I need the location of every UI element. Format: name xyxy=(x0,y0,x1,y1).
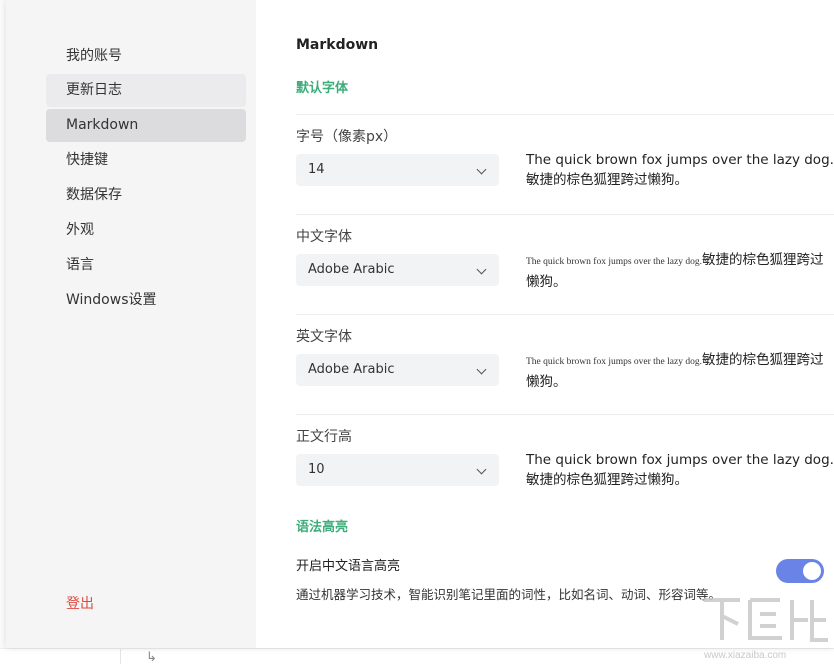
cn-font-preview: The quick brown fox jumps over the lazy … xyxy=(526,250,834,292)
settings-content: Markdown 默认字体 字号（像素px） 14 The quick brow… xyxy=(296,0,834,648)
page-title: Markdown xyxy=(296,37,379,53)
cn-highlight-toggle[interactable] xyxy=(776,559,824,583)
divider xyxy=(296,214,834,215)
section-default-font: 默认字体 xyxy=(296,81,349,96)
en-font-label: 英文字体 xyxy=(296,329,352,345)
sidebar-item-windows-settings[interactable]: Windows设置 xyxy=(46,284,246,317)
toggle-knob xyxy=(803,562,821,580)
en-font-select[interactable]: Adobe Arabic xyxy=(296,354,499,386)
line-height-label: 正文行高 xyxy=(296,429,352,445)
background-app-footer: ↳ xyxy=(0,648,834,665)
cn-highlight-description: 通过机器学习技术，智能识别笔记里面的词性，比如名词、动词、形容词等。 xyxy=(296,587,722,602)
cn-font-value: Adobe Arabic xyxy=(308,262,395,277)
chevron-down-icon xyxy=(476,464,487,475)
en-font-preview: The quick brown fox jumps over the lazy … xyxy=(526,350,834,392)
chevron-down-icon xyxy=(476,164,487,175)
sidebar-item-data-storage[interactable]: 数据保存 xyxy=(46,179,246,212)
cn-font-select[interactable]: Adobe Arabic xyxy=(296,254,499,286)
font-size-select[interactable]: 14 xyxy=(296,154,499,186)
chevron-down-icon xyxy=(476,264,487,275)
settings-dialog: 我的账号 更新日志 Markdown 快捷键 数据保存 外观 语言 Window… xyxy=(6,0,834,648)
section-syntax-highlight: 语法高亮 xyxy=(296,520,349,535)
divider xyxy=(296,114,834,115)
sidebar-item-shortcuts[interactable]: 快捷键 xyxy=(46,144,246,177)
cn-font-preview-en: The quick brown fox jumps over the lazy … xyxy=(526,257,702,267)
sidebar-item-appearance[interactable]: 外观 xyxy=(46,214,246,247)
sidebar-item-changelog[interactable]: 更新日志 xyxy=(46,74,246,107)
en-font-value: Adobe Arabic xyxy=(308,362,395,377)
line-height-select[interactable]: 10 xyxy=(296,454,499,486)
cn-highlight-label: 开启中文语言高亮 xyxy=(296,559,401,574)
line-height-value: 10 xyxy=(308,462,325,477)
cn-font-label: 中文字体 xyxy=(296,229,352,245)
settings-sidebar: 我的账号 更新日志 Markdown 快捷键 数据保存 外观 语言 Window… xyxy=(6,0,256,648)
font-size-preview: The quick brown fox jumps over the lazy … xyxy=(526,152,834,188)
divider xyxy=(296,414,834,415)
font-size-value: 14 xyxy=(308,162,325,177)
en-font-preview-en: The quick brown fox jumps over the lazy … xyxy=(526,357,702,367)
logout-link[interactable]: 登出 xyxy=(66,593,94,613)
font-size-label: 字号（像素px） xyxy=(296,129,398,145)
sidebar-item-account[interactable]: 我的账号 xyxy=(46,40,246,73)
footer-divider xyxy=(120,649,121,664)
sidebar-item-language[interactable]: 语言 xyxy=(46,249,246,282)
chevron-down-icon xyxy=(476,364,487,375)
divider xyxy=(296,314,834,315)
sidebar-item-markdown[interactable]: Markdown xyxy=(46,109,246,142)
line-height-preview: The quick brown fox jumps over the lazy … xyxy=(526,452,834,488)
